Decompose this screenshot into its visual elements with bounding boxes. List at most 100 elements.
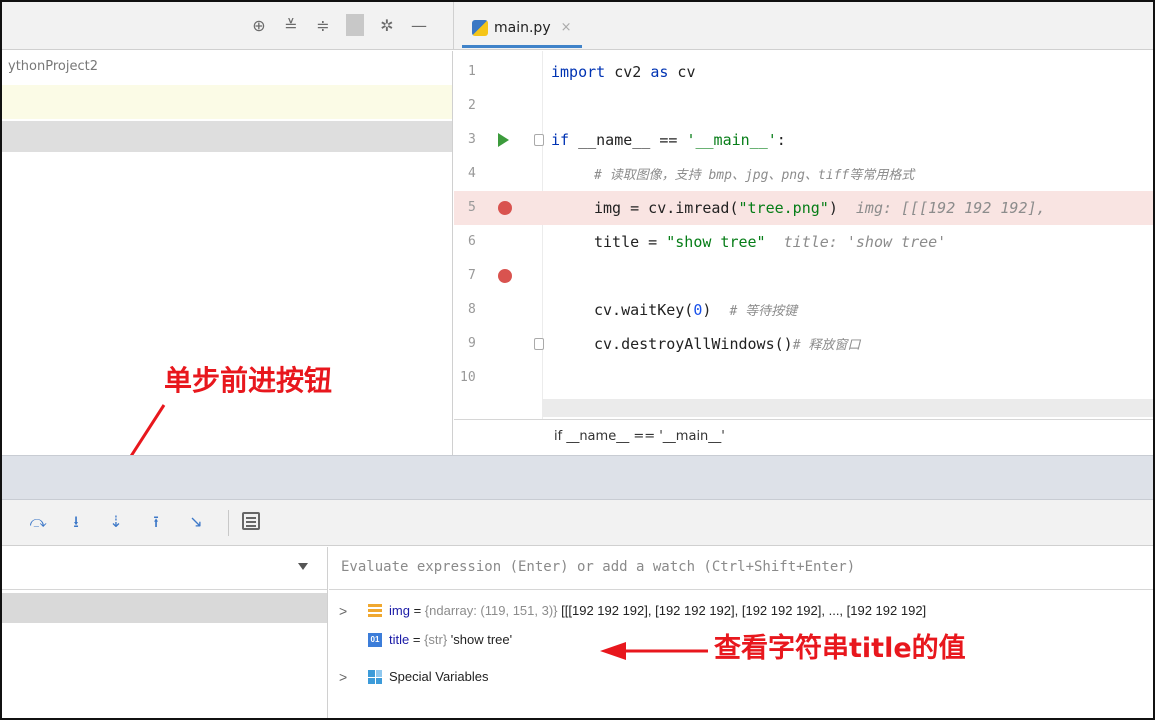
run-icon[interactable] [498,133,509,147]
top-toolbar: ⊕ ≚ ≑ ✲ — main.py × [2,2,1153,50]
code-line-2[interactable]: 2 [454,89,1153,123]
variable-eq: = [409,603,425,618]
title-value-annotation: 查看字符串title的值 [714,633,966,664]
fold-icon[interactable] [534,338,544,350]
string-literal: '__main__' [686,131,777,149]
code-line-8[interactable]: 8 cv.waitKey(0) # 等待按键 [454,293,1153,327]
variable-row-img[interactable]: > img = {ndarray: (119, 151, 3)} [[[192 … [329,597,1153,625]
chevron-right-icon[interactable]: > [339,597,347,625]
code-text: cv2 [605,63,651,81]
chevron-right-icon[interactable]: > [339,663,347,691]
toolbar-divider [346,14,364,36]
line-number: 1 [468,64,476,79]
keyword: as [650,63,669,81]
step-out-icon[interactable]: ⭱ [146,512,166,532]
variable-type: {str} [424,632,448,647]
collapse-all-icon[interactable]: ≚ [282,16,300,35]
code-text: cv.imshow(title, img) [594,267,784,285]
variable-value: 'show tree' [447,632,513,647]
code-text: title = [594,233,667,251]
tab-main-py[interactable]: main.py × [462,10,582,48]
code-line-4[interactable]: 4 # 读取图像，支持 bmp、jpg、png、tiff等常用格式 [454,157,1153,191]
variable-name: img [389,603,410,618]
code-line-5[interactable]: 5 img = cv.imread("tree.png") img: [[[19… [454,191,1153,225]
step-button-annotation: 单步前进按钮 [164,364,333,397]
code-text: ) [702,301,712,319]
keyword: import [551,63,606,81]
breakpoint-icon[interactable] [498,269,512,283]
keyword: if [551,131,570,149]
evaluate-expression-icon[interactable] [242,512,260,530]
step-into-my-code-icon[interactable]: ⇣ [106,512,126,532]
inline-debug-value: img: [[[192 192 192], [855,199,1046,217]
code-text: : [776,131,786,149]
close-icon[interactable]: × [561,20,572,35]
code-text: cv [668,63,696,81]
line-number: 4 [468,166,476,181]
line-number: 5 [468,200,476,215]
array-icon [368,604,382,618]
horizontal-scrollbar[interactable] [542,399,1153,417]
toolbar-divider [228,510,229,536]
code-editor[interactable]: 1 import cv2 as cv 2 3 if __name__ == '_… [454,51,1153,455]
code-comment: # 读取图像，支持 bmp、jpg、png、tiff等常用格式 [594,168,915,183]
code-comment: # 等待按键 [729,304,798,319]
code-line-3[interactable]: 3 if __name__ == '__main__': [454,123,1153,157]
code-text: cv.destroyAllWindows() [594,335,793,353]
line-number: 8 [468,302,476,317]
code-comment: # 显示窗口 [801,270,870,285]
code-text: img = cv.imread( [594,199,739,217]
code-line-9[interactable]: 9 cv.destroyAllWindows()# 释放窗口 [454,327,1153,361]
code-comment: # 释放窗口 [792,338,861,353]
code-text: cv.waitKey( [594,301,694,319]
code-text: ) [828,199,838,217]
debug-toolbar: ⤼ ⭳ ⇣ ⭱ ↘ [2,500,1153,546]
variable-value: [[[192 192 192], [192 192 192], [192 192… [557,603,927,618]
debug-tool-window-header [2,455,1153,500]
project-name[interactable]: ythonProject2 [8,59,98,74]
crosshair-icon[interactable]: ⊕ [250,16,268,35]
panel-divider [453,2,454,50]
breadcrumb[interactable]: if __name__ == '__main__' [454,419,1153,455]
inline-debug-value: title: 'show tree' [783,233,947,251]
string-variable-icon: 01 [368,633,382,647]
fold-icon[interactable] [534,134,544,146]
string-literal: "tree.png" [738,199,829,217]
line-number: 2 [468,98,476,113]
line-number: 3 [468,132,476,147]
breadcrumb-item[interactable]: if __name__ == '__main__' [554,429,725,444]
minimize-icon[interactable]: — [410,16,428,35]
project-toolbar-icons: ⊕ ≚ ≑ ✲ — [250,14,428,36]
step-into-icon[interactable]: ⭳ [66,512,86,532]
frame-row-selected[interactable] [2,593,327,623]
breakpoint-icon[interactable] [498,201,512,215]
code-line-6[interactable]: 6 title = "show tree" title: 'show tree' [454,225,1153,259]
ide-window: ⊕ ≚ ≑ ✲ — main.py × ythonProject2 1 impo… [0,0,1155,720]
run-to-cursor-icon[interactable]: ↘ [186,512,206,532]
project-tree-row[interactable] [2,85,452,119]
code-line-7-current[interactable]: 7 cv.imshow(title, img) # 显示窗口 [454,259,1153,293]
line-number: 6 [468,234,476,249]
frames-panel [2,547,328,718]
variable-name: title [389,632,410,647]
python-file-icon [472,19,488,36]
code-line-10[interactable]: 10 [454,361,1153,395]
variable-name: Special Variables [389,669,489,684]
thread-selector[interactable] [2,547,327,590]
line-number: 7 [468,268,476,283]
code-line-1[interactable]: 1 import cv2 as cv [454,55,1153,89]
variable-type: {ndarray: (119, 151, 3)} [424,603,558,618]
chevron-down-icon[interactable] [298,563,308,570]
project-tree-row-selected[interactable] [2,121,452,152]
expand-all-icon[interactable]: ≑ [314,16,332,35]
string-literal: "show tree" [666,233,766,251]
step-over-icon[interactable]: ⤼ [28,512,48,532]
gear-icon[interactable]: ✲ [378,16,396,35]
variable-row-special[interactable]: > Special Variables [329,663,1153,691]
line-number: 10 [460,370,476,385]
special-variables-icon [368,670,382,684]
evaluate-expression-input[interactable]: Evaluate expression (Enter) or add a wat… [329,547,1153,590]
tab-label: main.py [494,19,551,36]
code-text: __name__ == [569,131,687,149]
annotation-arrow-left [600,642,708,660]
